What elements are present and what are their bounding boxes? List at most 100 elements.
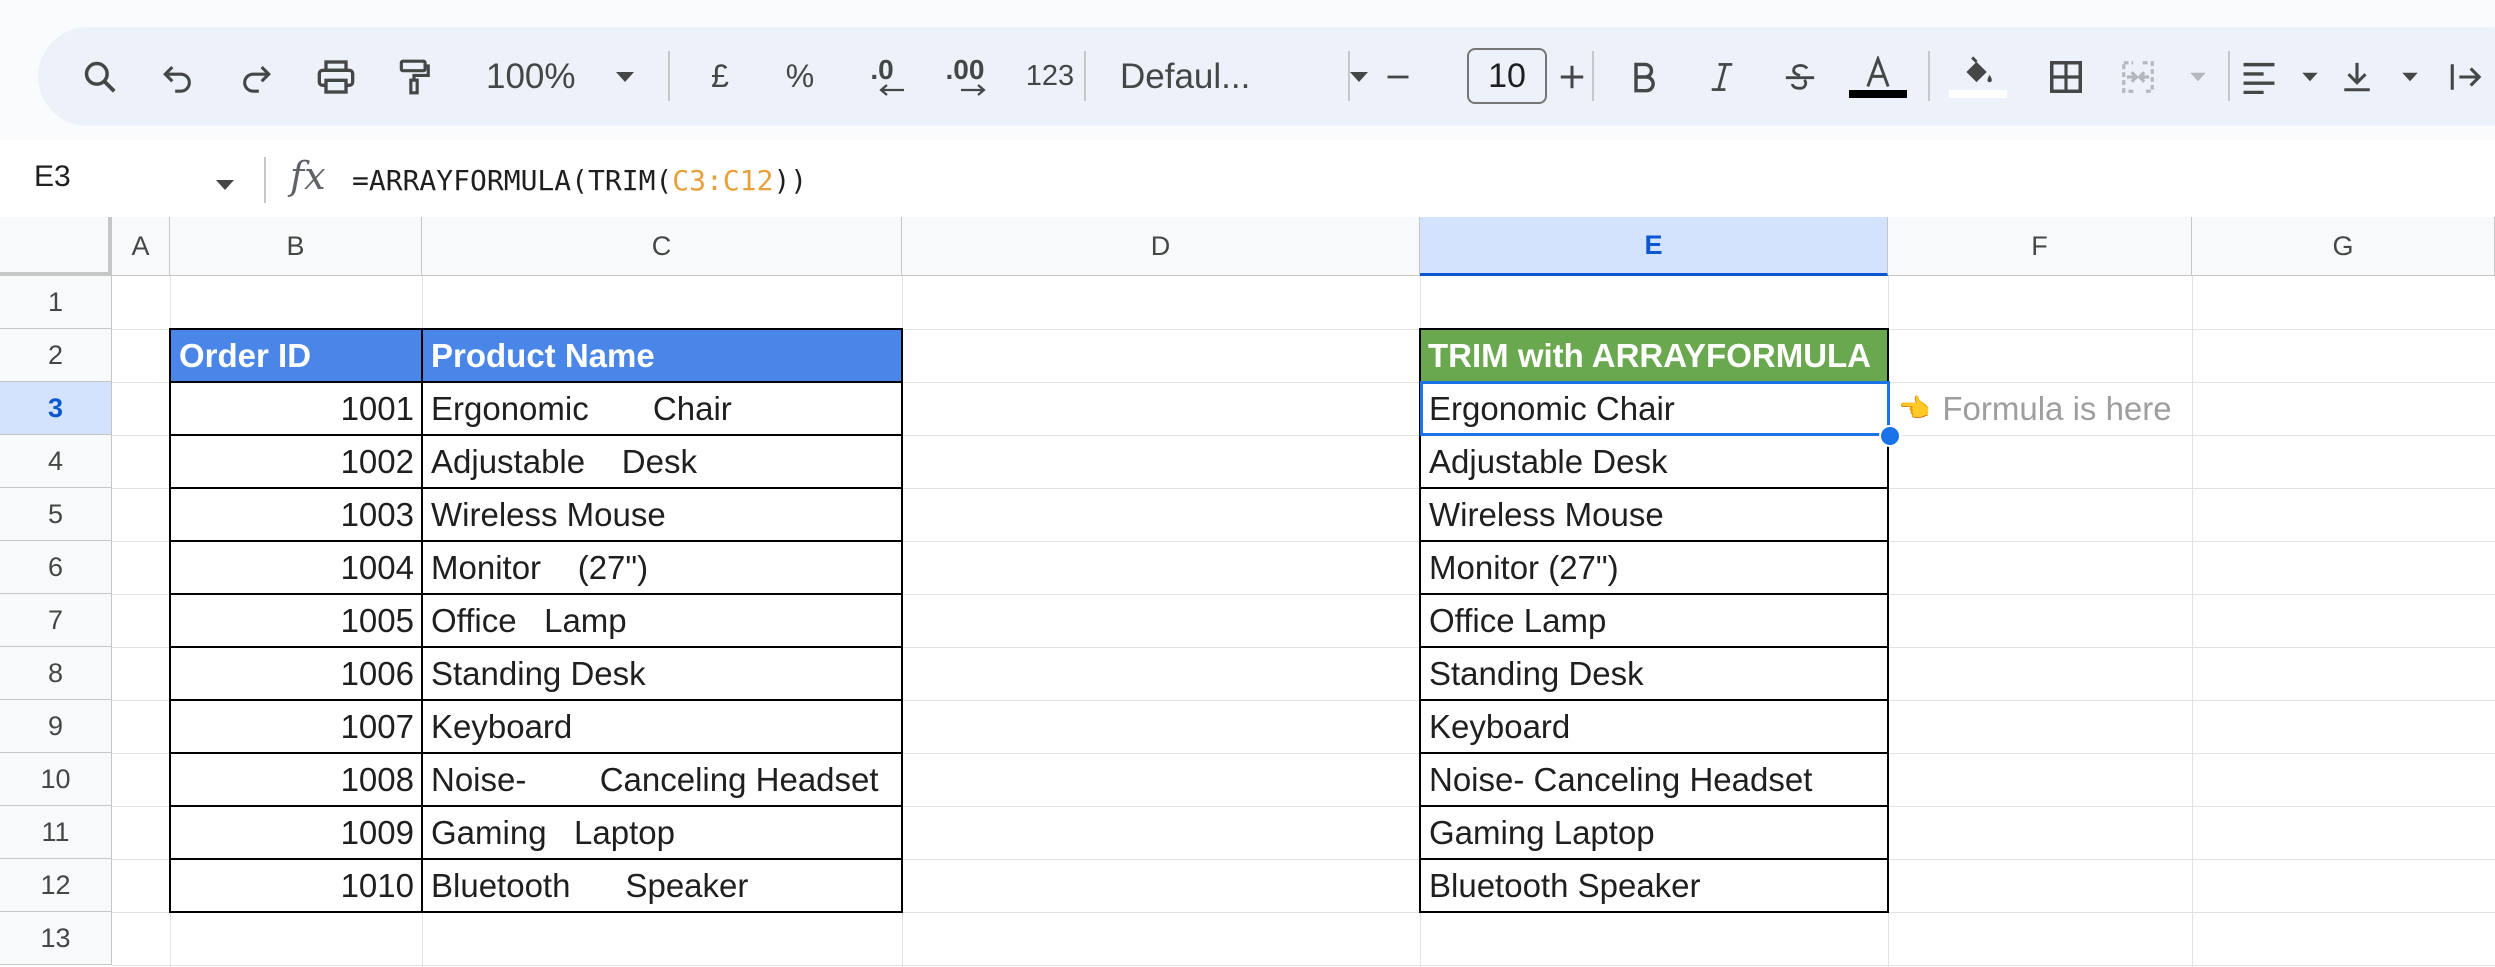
vertical-align-button[interactable] [2340,27,2420,126]
redo-icon [243,65,271,93]
increase-decimal-label: .00 [945,53,985,85]
column-header-f[interactable]: F [1888,217,2192,276]
font-select[interactable]: Defaul... [1120,27,1370,126]
search-menus-button[interactable] [74,27,126,126]
percent-format-button[interactable]: % [774,27,826,126]
pointing-hand-icon: 👈 [1898,393,1931,423]
borders-button[interactable] [2038,27,2094,126]
column-header-c[interactable]: C [422,217,902,276]
decrease-decimal-button[interactable]: .0 [852,27,912,126]
column-header-e[interactable]: E [1420,217,1888,276]
header-trim-arrayformula[interactable]: TRIM with ARRAYFORMULA [1420,329,1888,382]
row-header-12[interactable]: 12 [0,859,112,912]
font-size-input[interactable]: 10 [1467,48,1547,104]
currency-format-button[interactable]: £ [698,27,742,126]
print-icon [317,59,355,94]
cell-border [170,328,903,330]
row-header-11[interactable]: 11 [0,806,112,859]
undo-icon [163,65,191,93]
cell-border [170,434,903,436]
bold-button[interactable] [1616,27,1672,126]
trimmed-name-cell[interactable]: Keyboard [1420,700,1888,753]
product-name-cell[interactable]: Office Lamp [422,594,902,647]
row-header-3[interactable]: 3 [0,382,112,435]
order-id-cell[interactable]: 1004 [170,541,422,594]
order-id-cell[interactable]: 1005 [170,594,422,647]
undo-button[interactable] [156,27,200,126]
order-id-cell[interactable]: 1007 [170,700,422,753]
order-id-cell[interactable]: 1009 [170,806,422,859]
toolbar-divider [1928,51,1930,101]
trimmed-name-cell[interactable]: Standing Desk [1420,647,1888,700]
decrease-font-size-button[interactable] [1372,27,1424,126]
trimmed-name-cell[interactable]: Adjustable Desk [1420,435,1888,488]
cell-border [170,699,903,701]
fill-color-swatch [1949,89,2007,98]
row-header-9[interactable]: 9 [0,700,112,753]
merge-cells-button[interactable] [2118,27,2208,126]
increase-font-size-button[interactable] [1546,27,1598,126]
column-header-d[interactable]: D [902,217,1420,276]
row-header-4[interactable]: 4 [0,435,112,488]
toolbar-divider [1084,51,1086,101]
increase-decimal-button[interactable]: .00 [932,27,998,126]
product-name-cell[interactable]: Ergonomic Chair [422,382,902,435]
cell-border [1420,487,1889,489]
header-order-id[interactable]: Order ID [170,329,422,382]
row-header-6[interactable]: 6 [0,541,112,594]
row-header-2[interactable]: 2 [0,329,112,382]
row-header-13[interactable]: 13 [0,912,112,965]
column-header-a[interactable]: A [112,217,170,276]
product-name-cell[interactable]: Bluetooth Speaker [422,859,902,912]
align-bottom-icon [2344,62,2370,91]
row-header-7[interactable]: 7 [0,594,112,647]
bold-icon [1634,62,1655,92]
trimmed-name-cell[interactable]: Gaming Laptop [1420,806,1888,859]
product-name-cell[interactable]: Keyboard [422,700,902,753]
order-id-cell[interactable]: 1010 [170,859,422,912]
redo-button[interactable] [234,27,278,126]
paint-format-button[interactable] [388,27,440,126]
italic-button[interactable] [1694,27,1750,126]
name-box[interactable]: E3 [34,160,71,194]
formula-suffix: )) [773,164,808,197]
trimmed-name-cell[interactable]: Monitor (27") [1420,541,1888,594]
order-id-cell[interactable]: 1001 [170,382,422,435]
formula-input[interactable]: =ARRAYFORMULA(TRIM(C3:C12)) [352,164,807,197]
product-name-cell[interactable]: Gaming Laptop [422,806,902,859]
trimmed-name-cell[interactable]: Noise- Canceling Headset [1420,753,1888,806]
product-name-cell[interactable]: Noise- Canceling Headset [422,753,902,806]
row-header-10[interactable]: 10 [0,753,112,806]
product-name-cell[interactable]: Standing Desk [422,647,902,700]
cell-border [170,646,903,648]
order-id-cell[interactable]: 1002 [170,435,422,488]
fill-color-button[interactable] [1946,27,2010,126]
row-header-5[interactable]: 5 [0,488,112,541]
product-name-cell[interactable]: Monitor (27") [422,541,902,594]
horizontal-align-button[interactable] [2240,27,2320,126]
product-name-cell[interactable]: Wireless Mouse [422,488,902,541]
column-header-b[interactable]: B [170,217,422,276]
text-color-button[interactable] [1846,27,1910,126]
trimmed-name-cell[interactable]: Bluetooth Speaker [1420,859,1888,912]
print-button[interactable] [310,27,362,126]
more-formats-button[interactable]: 123 [1010,27,1090,126]
formula-bar-divider [264,157,266,203]
zoom-select[interactable]: 100% [486,27,636,126]
strikethrough-button[interactable] [1772,27,1828,126]
select-all-corner[interactable] [0,217,112,276]
order-id-cell[interactable]: 1006 [170,647,422,700]
row-header-1[interactable]: 1 [0,276,112,329]
chevron-down-icon[interactable] [214,178,236,192]
text-color-swatch [1849,89,1907,98]
order-id-cell[interactable]: 1008 [170,753,422,806]
product-name-cell[interactable]: Adjustable Desk [422,435,902,488]
row-header-8[interactable]: 8 [0,647,112,700]
trimmed-name-cell[interactable]: Office Lamp [1420,594,1888,647]
column-header-g[interactable]: G [2192,217,2495,276]
header-product-name[interactable]: Product Name [422,329,902,382]
trimmed-name-cell[interactable]: Wireless Mouse [1420,488,1888,541]
order-id-cell[interactable]: 1003 [170,488,422,541]
text-wrapping-button[interactable] [2448,27,2488,126]
cell-border [170,858,903,860]
